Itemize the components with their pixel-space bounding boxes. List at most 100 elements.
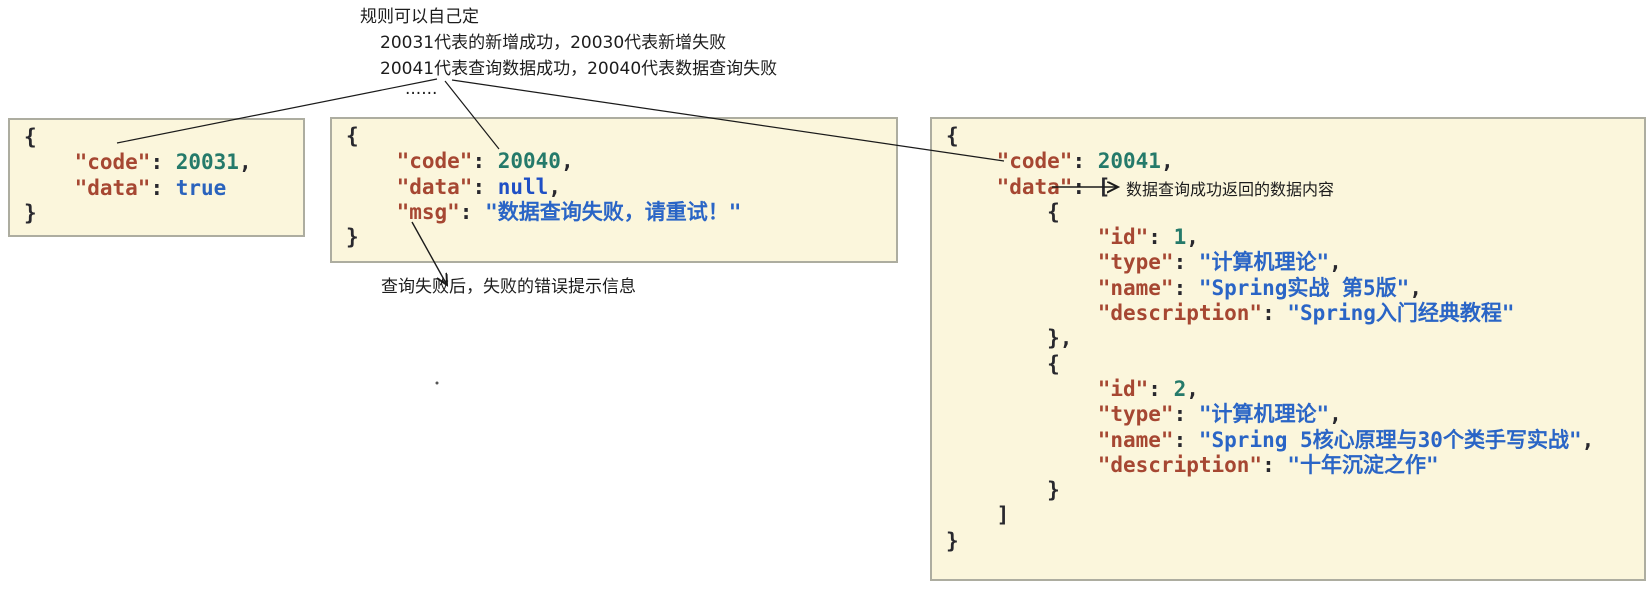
code-token: "data" (74, 175, 151, 200)
code-token: 1 (1173, 225, 1187, 250)
code-line: "msg": "数据查询失败，请重试！" (346, 200, 884, 225)
code-token: "十年沉淀之作" (1287, 452, 1439, 477)
code-token: : (472, 174, 498, 199)
code-token: } (946, 478, 1060, 503)
code-token: , (548, 174, 561, 199)
code-line: { (346, 124, 884, 149)
code-token: : (1072, 149, 1098, 174)
code-line: "data": null, (346, 175, 884, 200)
code-line: { (946, 200, 1632, 225)
code-token: : (1173, 427, 1199, 452)
code-token: "data" (996, 174, 1073, 199)
code-token: ] (946, 503, 1010, 528)
code-token: "name" (1097, 275, 1174, 300)
code-line: "id": 2, (946, 377, 1632, 402)
code-token: { (946, 199, 1060, 224)
code-token: "description" (1097, 301, 1263, 326)
code-content-middle: { "code": 20040, "data": null, "msg": "数… (346, 124, 884, 250)
msg-failure-note: 查询失败后，失败的错误提示信息 (381, 277, 636, 297)
diagram-canvas: 规则可以自己定 20031代表的新增成功，20030代表新增失败 20041代表… (0, 0, 1651, 591)
code-content-left: { "code": 20031, "data": true} (24, 125, 291, 226)
code-token: : (1072, 174, 1098, 199)
code-token: : (1173, 250, 1199, 275)
code-token: { (946, 124, 959, 148)
code-token: 20041 (1097, 149, 1161, 174)
rule-line-2: 20041代表查询数据成功，20040代表数据查询失败 (380, 59, 778, 79)
code-line: "name": "Spring 5核心原理与30个类手写实战", (946, 428, 1632, 453)
code-line: } (946, 478, 1632, 503)
code-token: : (1262, 301, 1288, 326)
code-token: [ (1097, 174, 1111, 199)
code-line: ] (946, 503, 1632, 528)
code-token: "计算机理论" (1198, 402, 1330, 427)
code-token: "id" (1097, 376, 1149, 401)
code-line: "description": "Spring入门经典教程" (946, 301, 1632, 326)
code-line: }, (946, 326, 1632, 351)
code-line: "type": "计算机理论", (946, 402, 1632, 427)
code-token: "code" (74, 150, 151, 175)
data-success-note: 数据查询成功返回的数据内容 (1126, 180, 1335, 199)
code-token: : (472, 149, 498, 174)
code-token: "code" (396, 149, 473, 174)
code-token: , (560, 149, 574, 174)
code-line: "id": 1, (946, 225, 1632, 250)
code-token: }, (946, 326, 1073, 351)
code-line: } (346, 225, 884, 250)
code-token: { (946, 351, 1060, 376)
code-line: { (24, 125, 291, 150)
code-token: true (175, 175, 227, 200)
code-token: , (1409, 275, 1422, 300)
code-line: "code": 20040, (346, 149, 884, 174)
code-token: "数据查询失败，请重试！" (485, 199, 742, 224)
code-token: 20040 (497, 149, 561, 174)
code-token: "Spring入门经典教程" (1287, 301, 1515, 326)
json-snippet-add-success: { "code": 20031, "data": true} (8, 118, 305, 237)
code-token: : (1262, 452, 1288, 477)
code-token: , (1186, 376, 1199, 401)
code-token: 20031 (175, 150, 239, 175)
code-token: "msg" (396, 199, 460, 224)
code-line: } (24, 201, 291, 226)
code-token: "name" (1097, 427, 1174, 452)
code-token: : (150, 175, 176, 200)
code-line: "description": "十年沉淀之作" (946, 453, 1632, 478)
json-snippet-query-fail: { "code": 20040, "data": null, "msg": "数… (330, 117, 898, 263)
rule-title: 规则可以自己定 (360, 7, 479, 27)
code-token: "type" (1097, 402, 1174, 427)
code-token: , (1186, 225, 1199, 250)
rule-line-1: 20031代表的新增成功，20030代表新增失败 (380, 33, 727, 53)
code-token: "type" (1097, 250, 1174, 275)
code-token: 2 (1173, 376, 1187, 401)
code-token: { (24, 125, 37, 149)
code-token: : (150, 150, 176, 175)
code-line: } (946, 529, 1632, 554)
code-token: { (346, 124, 359, 148)
code-token: , (1329, 402, 1342, 427)
rule-ellipsis: ...... (405, 79, 438, 99)
code-token: : (459, 199, 486, 224)
code-token: : (1173, 275, 1199, 300)
code-token: "计算机理论" (1198, 250, 1330, 275)
code-token: } (946, 528, 959, 553)
code-token: "Spring实战 第5版" (1198, 275, 1410, 300)
code-line: "type": "计算机理论", (946, 250, 1632, 275)
code-line: "data": true (24, 176, 291, 201)
code-token: "description" (1097, 452, 1263, 477)
code-token: , (1160, 149, 1174, 174)
code-token: , (238, 150, 252, 175)
code-line: "name": "Spring实战 第5版", (946, 276, 1632, 301)
code-token: "Spring 5核心原理与30个类手写实战" (1198, 427, 1582, 452)
code-token: , (1329, 250, 1342, 275)
code-token: "code" (996, 149, 1073, 174)
code-line: { (946, 124, 1632, 149)
